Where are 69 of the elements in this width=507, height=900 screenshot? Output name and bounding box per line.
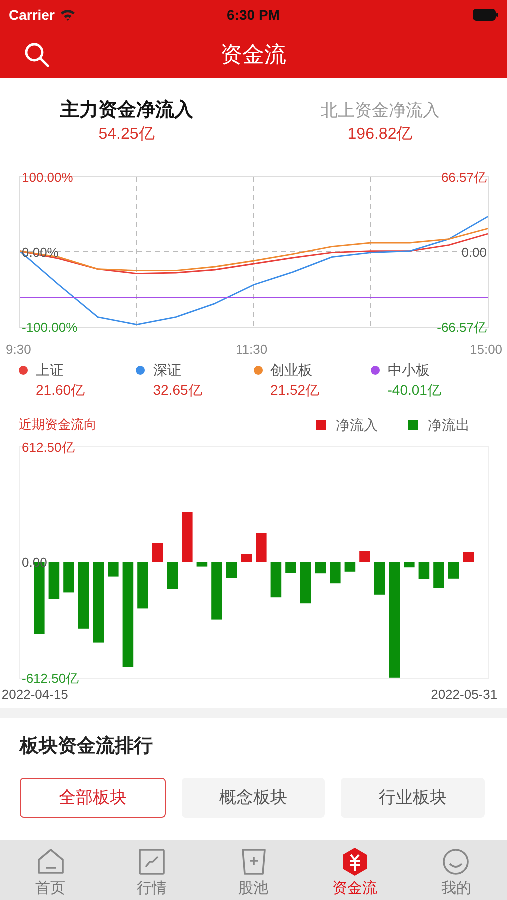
bar <box>448 562 460 579</box>
legend-value: 32.65亿 <box>153 381 202 400</box>
bar <box>463 552 474 562</box>
bar <box>270 562 282 598</box>
tab-bar-item[interactable]: 行情 <box>101 840 203 900</box>
bar <box>182 512 193 562</box>
clock-time: 6:30 PM <box>227 6 280 24</box>
axis-label: -612.50亿 <box>22 670 80 686</box>
category-tab[interactable]: 全部板块 <box>20 778 166 818</box>
section-title: 板块资金流排行 <box>20 734 154 759</box>
battery-icon <box>473 9 499 21</box>
axis-label: 0.00 <box>22 555 48 570</box>
bar <box>360 551 370 562</box>
page-title: 资金流 <box>220 40 286 68</box>
tab-bar-item[interactable]: 首页 <box>0 840 102 900</box>
axis-label: 11:30 <box>236 341 268 359</box>
category-tab[interactable]: 行业板块 <box>341 778 486 818</box>
bar <box>256 534 267 562</box>
legend-label: 上证 <box>36 361 65 380</box>
smiley-icon <box>441 847 472 877</box>
carrier-label: Carrier <box>9 6 55 24</box>
tab-bar-item[interactable]: 资金流 <box>304 840 406 900</box>
bar <box>418 562 430 580</box>
legend-label: 净流入 <box>336 416 378 434</box>
axis-label: 100.00% <box>22 170 74 184</box>
bar <box>226 562 238 578</box>
section-title: 近期资金流向 <box>19 416 97 434</box>
bar <box>212 562 222 620</box>
axis-label: -66.57亿 <box>437 320 487 334</box>
axis-label: 66.57亿 <box>441 170 487 184</box>
home-icon <box>36 847 66 877</box>
wifi-icon <box>60 9 76 21</box>
tab-bar-item[interactable]: 我的 <box>406 840 507 900</box>
axis-label: 0.00 <box>462 244 487 260</box>
legend-value: -40.01亿 <box>388 381 442 400</box>
bar <box>404 562 415 568</box>
legend-value: 21.52亿 <box>270 381 320 400</box>
legend-value: 21.60亿 <box>36 381 86 400</box>
bar <box>330 562 341 584</box>
tab-bar-item[interactable]: 股池 <box>202 840 304 900</box>
axis-label: 9:30 <box>6 341 32 359</box>
bar <box>167 562 178 590</box>
category-tab[interactable]: 概念板块 <box>182 778 326 818</box>
bar <box>434 562 444 588</box>
bar <box>152 544 164 562</box>
bar <box>286 562 296 574</box>
search-button[interactable] <box>24 42 50 68</box>
search-icon <box>24 42 50 68</box>
bar <box>241 554 252 562</box>
trend-chart-icon <box>137 847 168 877</box>
axis-label: 15:00 <box>470 341 503 359</box>
axis-label: 2022-05-31 <box>431 686 498 704</box>
bar <box>48 562 60 600</box>
bar <box>300 562 312 604</box>
legend-label: 净流出 <box>428 416 470 434</box>
bar <box>196 562 208 567</box>
bar <box>108 562 119 577</box>
legend-label: 创业板 <box>270 361 314 380</box>
axis-label: 2022-04-15 <box>2 686 68 704</box>
legend-label: 深证 <box>153 361 182 380</box>
bar <box>315 562 326 574</box>
legend-label: 中小板 <box>388 361 431 380</box>
axis-label: 612.50亿 <box>22 440 75 454</box>
bar <box>374 562 386 595</box>
bar <box>138 562 148 609</box>
axis-label: -100.00% <box>22 320 78 334</box>
bar <box>64 562 74 593</box>
bar <box>344 562 356 572</box>
bar <box>78 562 90 629</box>
